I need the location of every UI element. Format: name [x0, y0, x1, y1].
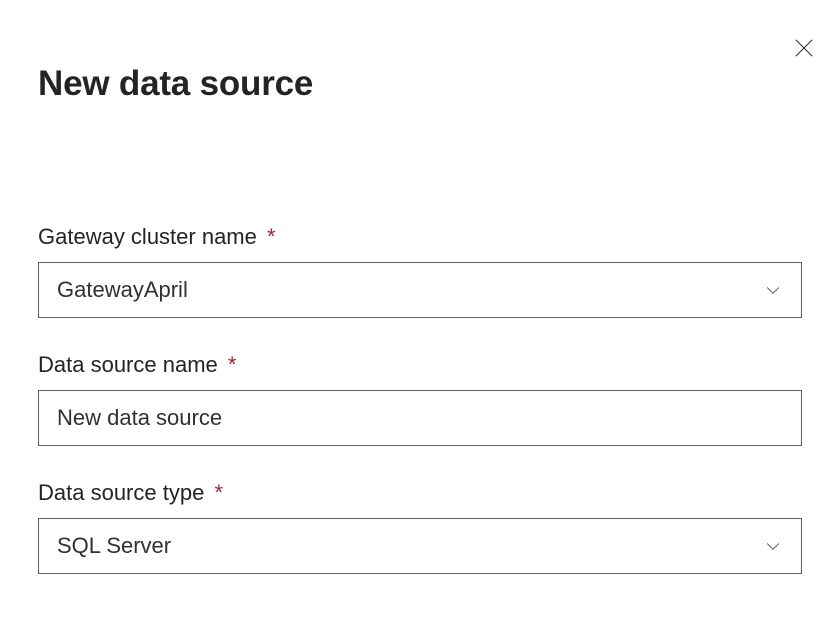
gateway-cluster-value: GatewayApril	[57, 277, 188, 303]
chevron-down-icon	[763, 536, 783, 556]
close-button[interactable]	[786, 30, 822, 66]
data-source-name-group: Data source name *	[38, 352, 802, 446]
required-indicator: *	[228, 352, 237, 377]
data-source-name-label: Data source name *	[38, 352, 802, 378]
data-source-name-input[interactable]	[38, 390, 802, 446]
chevron-down-icon	[763, 280, 783, 300]
required-indicator: *	[214, 480, 223, 505]
data-source-type-label-text: Data source type	[38, 480, 204, 505]
data-source-type-group: Data source type * SQL Server	[38, 480, 802, 574]
gateway-cluster-select[interactable]: GatewayApril	[38, 262, 802, 318]
close-icon	[793, 37, 815, 59]
data-source-type-label: Data source type *	[38, 480, 802, 506]
dialog-title: New data source	[38, 64, 802, 104]
gateway-cluster-label: Gateway cluster name *	[38, 224, 802, 250]
data-source-type-value: SQL Server	[57, 533, 171, 559]
new-data-source-dialog: New data source Gateway cluster name * G…	[0, 0, 840, 574]
required-indicator: *	[267, 224, 276, 249]
gateway-cluster-label-text: Gateway cluster name	[38, 224, 257, 249]
data-source-name-label-text: Data source name	[38, 352, 218, 377]
gateway-cluster-group: Gateway cluster name * GatewayApril	[38, 224, 802, 318]
data-source-type-select[interactable]: SQL Server	[38, 518, 802, 574]
